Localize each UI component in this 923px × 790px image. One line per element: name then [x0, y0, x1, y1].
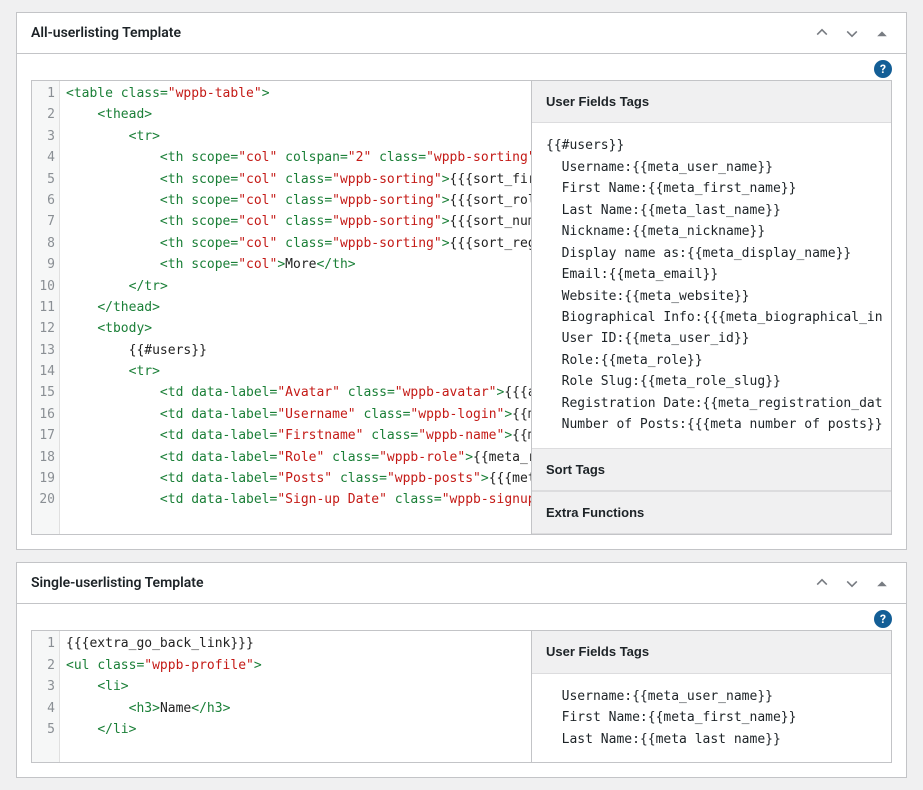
panel-title: All-userlisting Template: [31, 25, 181, 41]
move-down-icon[interactable]: [842, 573, 862, 593]
code-lines[interactable]: <table class="wppb-table"> <thead> <tr> …: [60, 81, 531, 534]
panel-controls: [812, 23, 892, 43]
code-editor[interactable]: 12345 {{{extra_go_back_link}}}<ul class=…: [32, 631, 531, 762]
tags-sidebar: User Fields Tags {{#users}} Username:{{m…: [531, 81, 891, 534]
collapse-icon[interactable]: [872, 23, 892, 43]
all-userlisting-panel: All-userlisting Template ? 1234567891011…: [16, 12, 907, 550]
move-down-icon[interactable]: [842, 23, 862, 43]
sidebar-header-sort-tags[interactable]: Sort Tags: [532, 448, 891, 491]
move-up-icon[interactable]: [812, 23, 832, 43]
code-editor[interactable]: 1234567891011121314151617181920 <table c…: [32, 81, 531, 534]
editor-row: 1234567891011121314151617181920 <table c…: [31, 80, 892, 535]
panel-header: All-userlisting Template: [17, 13, 906, 54]
panel-body: ? 12345 {{{extra_go_back_link}}}<ul clas…: [17, 604, 906, 777]
sidebar-header-user-fields[interactable]: User Fields Tags: [532, 81, 891, 123]
line-gutter: 12345: [32, 631, 60, 762]
tags-sidebar: User Fields Tags Username:{{meta_user_na…: [531, 631, 891, 762]
help-row: ?: [31, 54, 892, 80]
panel-title: Single-userlisting Template: [31, 575, 204, 591]
help-icon[interactable]: ?: [874, 610, 892, 628]
sidebar-header-extra-functions[interactable]: Extra Functions: [532, 491, 891, 534]
single-userlisting-panel: Single-userlisting Template ? 12345 {{{e…: [16, 562, 907, 778]
code-lines[interactable]: {{{extra_go_back_link}}}<ul class="wppb-…: [60, 631, 531, 762]
sidebar-header-user-fields[interactable]: User Fields Tags: [532, 631, 891, 673]
line-gutter: 1234567891011121314151617181920: [32, 81, 60, 534]
sidebar-body-user-fields[interactable]: {{#users}} Username:{{meta_user_name}} F…: [532, 123, 891, 447]
editor-row: 12345 {{{extra_go_back_link}}}<ul class=…: [31, 630, 892, 763]
panel-header: Single-userlisting Template: [17, 563, 906, 604]
panel-controls: [812, 573, 892, 593]
collapse-icon[interactable]: [872, 573, 892, 593]
panel-body: ? 1234567891011121314151617181920 <table…: [17, 54, 906, 549]
sidebar-body-user-fields[interactable]: Username:{{meta_user_name}} First Name:{…: [532, 674, 891, 762]
help-icon[interactable]: ?: [874, 60, 892, 78]
help-row: ?: [31, 604, 892, 630]
move-up-icon[interactable]: [812, 573, 832, 593]
